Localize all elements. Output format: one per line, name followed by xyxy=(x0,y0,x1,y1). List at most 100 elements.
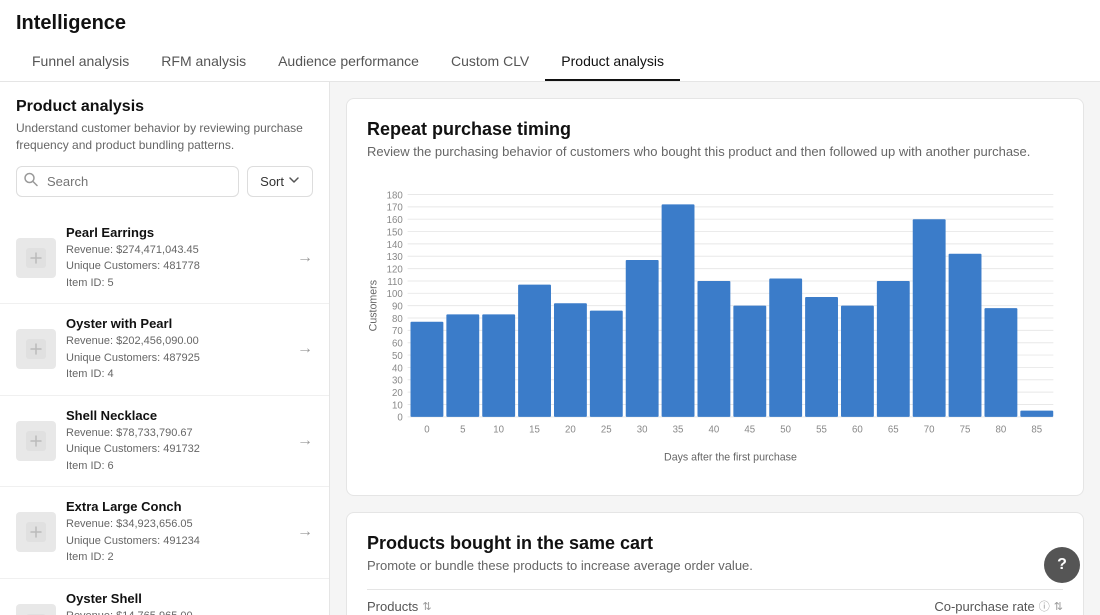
svg-text:120: 120 xyxy=(387,264,403,275)
sort-button[interactable]: Sort xyxy=(247,166,313,197)
svg-text:40: 40 xyxy=(709,424,720,435)
nav-tab-audience[interactable]: Audience performance xyxy=(262,43,435,81)
svg-text:90: 90 xyxy=(392,302,403,313)
co-purchase-card: Products bought in the same cart Promote… xyxy=(346,512,1084,615)
svg-text:15: 15 xyxy=(529,424,540,435)
svg-text:100: 100 xyxy=(387,289,403,300)
svg-text:35: 35 xyxy=(673,424,684,435)
svg-text:20: 20 xyxy=(392,388,403,399)
svg-text:0: 0 xyxy=(424,424,429,435)
svg-text:45: 45 xyxy=(744,424,755,435)
table-header: Products ⇅ Co-purchase rate ⓘ ⇅ xyxy=(367,589,1063,615)
svg-text:0: 0 xyxy=(397,413,402,424)
chevron-down-icon xyxy=(288,174,300,189)
product-arrow-icon: → xyxy=(297,432,313,450)
product-item-1[interactable]: Oyster with Pearl Revenue: $202,456,090.… xyxy=(0,304,329,396)
product-thumb xyxy=(16,238,56,278)
svg-text:150: 150 xyxy=(387,227,403,238)
svg-text:10: 10 xyxy=(392,400,403,411)
svg-text:60: 60 xyxy=(392,339,403,350)
svg-text:20: 20 xyxy=(565,424,576,435)
svg-text:70: 70 xyxy=(924,424,935,435)
product-info: Extra Large Conch Revenue: $34,923,656.0… xyxy=(66,499,287,566)
co-purchase-description: Promote or bundle these products to incr… xyxy=(367,558,1063,573)
product-info: Shell Necklace Revenue: $78,733,790.67Un… xyxy=(66,408,287,475)
search-sort-row: Sort xyxy=(16,166,313,197)
product-thumb xyxy=(16,604,56,615)
sidebar: Product analysis Understand customer beh… xyxy=(0,82,330,615)
search-input[interactable] xyxy=(16,166,239,197)
product-arrow-icon: → xyxy=(297,523,313,541)
sidebar-description: Understand customer behavior by reviewin… xyxy=(16,120,313,154)
svg-text:Customers: Customers xyxy=(368,280,380,331)
sidebar-section-title: Product analysis xyxy=(16,98,313,116)
col-products-label: Products ⇅ xyxy=(367,599,432,614)
nav-tab-clv[interactable]: Custom CLV xyxy=(435,43,545,81)
svg-text:65: 65 xyxy=(888,424,899,435)
svg-text:160: 160 xyxy=(387,215,403,226)
col-rate-label: Co-purchase rate ⓘ ⇅ xyxy=(934,598,1063,614)
svg-text:60: 60 xyxy=(852,424,863,435)
help-button[interactable]: ? xyxy=(1044,547,1080,583)
product-meta: Revenue: $14,765,965.00Unique Customers:… xyxy=(66,608,287,615)
svg-text:80: 80 xyxy=(392,314,403,325)
app-title: Intelligence xyxy=(16,12,1084,35)
product-item-3[interactable]: Extra Large Conch Revenue: $34,923,656.0… xyxy=(0,487,329,579)
product-meta: Revenue: $34,923,656.05Unique Customers:… xyxy=(66,516,287,566)
svg-text:140: 140 xyxy=(387,240,403,251)
svg-text:50: 50 xyxy=(392,351,403,362)
product-info: Pearl Earrings Revenue: $274,471,043.45U… xyxy=(66,225,287,292)
product-name: Oyster Shell xyxy=(66,591,287,606)
product-arrow-icon: → xyxy=(297,340,313,358)
product-name: Pearl Earrings xyxy=(66,225,287,240)
product-thumb xyxy=(16,329,56,369)
svg-text:130: 130 xyxy=(387,252,403,263)
sidebar-header: Product analysis Understand customer beh… xyxy=(0,98,329,209)
rate-info-icon[interactable]: ⓘ xyxy=(1039,598,1050,614)
svg-text:75: 75 xyxy=(960,424,971,435)
svg-text:70: 70 xyxy=(392,326,403,337)
product-thumb xyxy=(16,512,56,552)
search-input-wrap xyxy=(16,166,239,197)
svg-text:10: 10 xyxy=(493,424,504,435)
product-name: Oyster with Pearl xyxy=(66,316,287,331)
repeat-purchase-card: Repeat purchase timing Review the purcha… xyxy=(346,98,1084,496)
svg-text:170: 170 xyxy=(387,203,403,214)
app-header: Intelligence Funnel analysisRFM analysis… xyxy=(0,0,1100,82)
product-item-4[interactable]: Oyster Shell Revenue: $14,765,965.00Uniq… xyxy=(0,579,329,615)
co-purchase-title: Products bought in the same cart xyxy=(367,533,1063,554)
product-item-2[interactable]: Shell Necklace Revenue: $78,733,790.67Un… xyxy=(0,396,329,488)
product-name: Shell Necklace xyxy=(66,408,287,423)
svg-text:55: 55 xyxy=(816,424,827,435)
repeat-purchase-chart: 0102030405060708090100110120130140150160… xyxy=(367,175,1063,475)
nav-tab-funnel[interactable]: Funnel analysis xyxy=(16,43,145,81)
svg-text:180: 180 xyxy=(387,190,403,201)
product-arrow-icon: → xyxy=(297,249,313,267)
svg-text:25: 25 xyxy=(601,424,612,435)
svg-text:30: 30 xyxy=(392,376,403,387)
svg-text:80: 80 xyxy=(996,424,1007,435)
main-layout: Product analysis Understand customer beh… xyxy=(0,82,1100,615)
nav-tab-rfm[interactable]: RFM analysis xyxy=(145,43,262,81)
product-name: Extra Large Conch xyxy=(66,499,287,514)
repeat-purchase-description: Review the purchasing behavior of custom… xyxy=(367,144,1063,159)
product-meta: Revenue: $202,456,090.00Unique Customers… xyxy=(66,333,287,383)
product-item-0[interactable]: Pearl Earrings Revenue: $274,471,043.45U… xyxy=(0,213,329,305)
svg-text:50: 50 xyxy=(780,424,791,435)
product-meta: Revenue: $274,471,043.45Unique Customers… xyxy=(66,242,287,292)
svg-text:Days after the first purchase: Days after the first purchase xyxy=(664,451,797,463)
product-list: Pearl Earrings Revenue: $274,471,043.45U… xyxy=(0,213,329,615)
chart-svg: 0102030405060708090100110120130140150160… xyxy=(367,175,1063,475)
svg-text:85: 85 xyxy=(1031,424,1042,435)
svg-text:5: 5 xyxy=(460,424,465,435)
product-info: Oyster with Pearl Revenue: $202,456,090.… xyxy=(66,316,287,383)
repeat-purchase-title: Repeat purchase timing xyxy=(367,119,1063,140)
product-thumb xyxy=(16,421,56,461)
product-meta: Revenue: $78,733,790.67Unique Customers:… xyxy=(66,425,287,475)
svg-text:40: 40 xyxy=(392,363,403,374)
svg-text:110: 110 xyxy=(387,277,402,288)
nav-tab-product[interactable]: Product analysis xyxy=(545,43,680,81)
sort-label: Sort xyxy=(260,174,284,189)
products-sort-icon[interactable]: ⇅ xyxy=(422,600,431,613)
rate-sort-icon[interactable]: ⇅ xyxy=(1054,600,1063,613)
